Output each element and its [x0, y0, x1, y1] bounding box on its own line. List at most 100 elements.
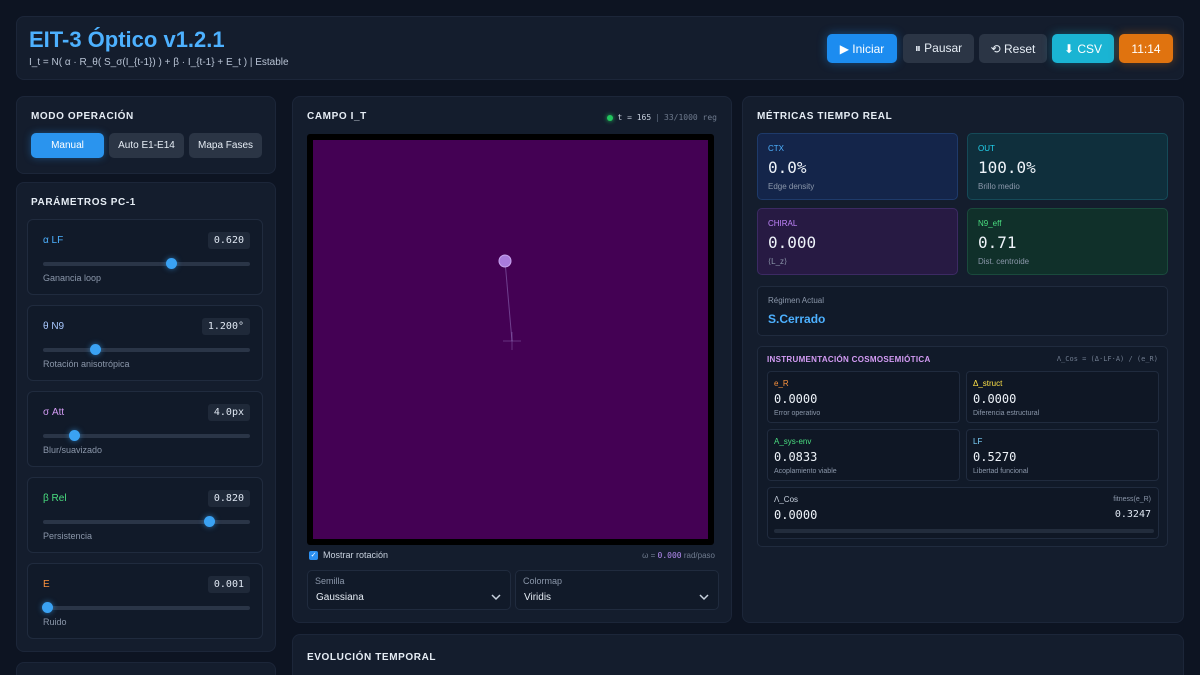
metric-label: CHIRAL — [768, 219, 798, 228]
chevron-down-icon — [491, 594, 501, 601]
param-slider[interactable] — [43, 258, 250, 269]
metric-label: N9_eff — [978, 219, 1002, 228]
metric-out: OUT 100.0% Brillo medio — [967, 133, 1168, 200]
colormap-label: Colormap — [523, 576, 563, 586]
model-formula: I_t = N( α · R_θ( S_σ(I_{t-1}) ) + β · I… — [29, 57, 289, 68]
instr-delta-struct: Δ_struct 0.0000 Diferencia estructural — [966, 371, 1159, 423]
param-name: α LF — [43, 235, 64, 246]
omega-readout: ω = 0.000 rad/paso — [642, 551, 715, 560]
param-desc: Persistencia — [43, 531, 93, 541]
colormap-value: Viridis — [524, 592, 552, 603]
instr-a-sys-env: A_sys-env 0.0833 Acoplamiento viable — [767, 429, 960, 481]
metric-value: 0.71 — [978, 233, 1017, 252]
app-title: EIT-3 Óptico v1.2.1 — [29, 27, 225, 52]
seed-label: Semilla — [315, 576, 345, 586]
param-desc: Blur/suavizado — [43, 445, 103, 455]
seed-select[interactable]: Semilla Gaussiana — [307, 570, 511, 610]
pause-button[interactable]: ⏸ Pausar — [903, 34, 974, 63]
mode-panel: MODO OPERACIÓN Manual Auto E1-E14 Mapa F… — [16, 96, 276, 174]
instrumentation-title: INSTRUMENTACIÓN COSMOSEMIÓTICA — [767, 355, 931, 364]
metric-value: 0.0% — [768, 158, 807, 177]
evolution-panel: EVOLUCIÓN TEMPORAL — [292, 634, 1184, 675]
instr-value: 0.5270 — [973, 450, 1017, 464]
show-rotation-checkbox[interactable]: ✓ — [309, 550, 318, 560]
parameters-panel: PARÁMETROS PC-1 α LF 0.620 Ganancia loop θ … — [16, 182, 276, 652]
fitness-label: fitness(e_R) — [1113, 496, 1151, 503]
param-slider[interactable] — [43, 430, 250, 441]
instr-desc: Error operativo — [774, 410, 821, 417]
param-desc: Ganancia loop — [43, 273, 102, 283]
show-rotation-label: Mostrar rotación — [323, 550, 389, 560]
start-button[interactable]: ▶ Iniciar — [827, 34, 897, 63]
slider-thumb[interactable] — [42, 602, 54, 613]
param-slider[interactable] — [42, 602, 250, 613]
instr-desc: Diferencia estructural — [973, 410, 1040, 417]
rotation-overlay — [498, 254, 521, 350]
colormap-select[interactable]: Colormap Viridis — [515, 570, 719, 610]
metric-sub: Edge density — [768, 182, 815, 191]
app-header: EIT-3 Óptico v1.2.1 I_t = N( α · R_θ( S_… — [16, 16, 1184, 80]
param-value[interactable]: 0.820 — [207, 490, 250, 507]
show-rotation-row[interactable]: ✓ Mostrar rotación — [309, 550, 388, 560]
instr-value: 0.0000 — [973, 392, 1017, 406]
lambda-progress-bar — [774, 529, 1154, 533]
param-desc: Rotación anisotrópica — [43, 359, 130, 369]
mode-title: MODO OPERACIÓN — [31, 111, 134, 122]
param-name: σ Att — [43, 407, 65, 418]
param-slider[interactable] — [43, 344, 250, 355]
instr-value: 0.0000 — [774, 392, 818, 406]
bottom-left-panel — [16, 662, 276, 675]
instr-desc: Libertad funcional — [973, 468, 1029, 475]
mode-phase-map-button[interactable]: Mapa Fases — [189, 133, 262, 158]
regime-value: S.Cerrado — [768, 312, 826, 326]
omega-value: 0.000 — [657, 551, 682, 560]
field-title: CAMPO I_T — [307, 111, 367, 122]
slider-thumb[interactable] — [69, 430, 81, 441]
instr-e-r: e_R 0.0000 Error operativo — [767, 371, 960, 423]
clock-button[interactable]: 11:14 — [1119, 34, 1173, 63]
param-sigma-att: σ Att 4.0px Blur/suavizado — [27, 391, 263, 467]
sim-status: t = 165 | 33/1000 reg — [607, 113, 717, 122]
metrics-panel: MÉTRICAS TIEMPO REAL CTX 0.0% Edge densi… — [742, 96, 1184, 623]
mode-auto-button[interactable]: Auto E1-E14 — [109, 133, 184, 158]
slider-thumb[interactable] — [203, 516, 215, 527]
param-value[interactable]: 0.001 — [207, 576, 250, 593]
metric-sub: ⟨L_z⟩ — [768, 257, 788, 266]
running-indicator — [607, 114, 614, 121]
lambda-value: 0.0000 — [774, 508, 818, 522]
param-slider[interactable] — [43, 516, 250, 527]
metrics-title: MÉTRICAS TIEMPO REAL — [757, 111, 893, 122]
lambda-label: Λ_Cos — [774, 495, 799, 504]
metric-sub: Dist. centroide — [978, 257, 1030, 266]
param-name: E — [43, 579, 50, 590]
fitness-value: 0.3247 — [1114, 509, 1151, 520]
seed-value: Gaussiana — [316, 592, 364, 603]
csv-export-button[interactable]: ⬇ CSV — [1052, 34, 1114, 63]
param-value[interactable]: 1.200° — [201, 318, 250, 335]
metric-chiral: CHIRAL 0.000 ⟨L_z⟩ — [757, 208, 958, 275]
metric-ctx: CTX 0.0% Edge density — [757, 133, 958, 200]
param-alpha-lf: α LF 0.620 Ganancia loop — [27, 219, 263, 295]
instr-value: 0.0833 — [774, 450, 818, 464]
param-value[interactable]: 0.620 — [207, 232, 250, 249]
slider-thumb[interactable] — [166, 258, 178, 269]
param-value[interactable]: 4.0px — [207, 404, 250, 421]
metric-n9-eff: N9_eff 0.71 Dist. centroide — [967, 208, 1168, 275]
param-desc: Ruido — [43, 617, 67, 627]
metric-label: OUT — [978, 144, 995, 153]
mode-manual-button[interactable]: Manual — [31, 133, 104, 158]
metric-value: 0.000 — [768, 233, 817, 252]
instr-label: LF — [973, 437, 983, 446]
param-theta-n9: θ N9 1.200° Rotación anisotrópica — [27, 305, 263, 381]
field-canvas[interactable] — [307, 134, 714, 545]
metric-label: CTX — [768, 144, 784, 153]
instr-lf: LF 0.5270 Libertad funcional — [966, 429, 1159, 481]
field-panel: CAMPO I_T t = 165 | 33/1000 reg ✓ Mostra… — [292, 96, 732, 623]
param-name: θ N9 — [43, 321, 65, 332]
record-count: 33/1000 reg — [664, 113, 717, 122]
instr-label: A_sys-env — [774, 437, 812, 446]
param-beta-rel: β Rel 0.820 Persistencia — [27, 477, 263, 553]
slider-thumb[interactable] — [89, 344, 101, 355]
rotation-marker — [498, 254, 512, 268]
reset-button[interactable]: ⟲ Reset — [979, 34, 1047, 63]
